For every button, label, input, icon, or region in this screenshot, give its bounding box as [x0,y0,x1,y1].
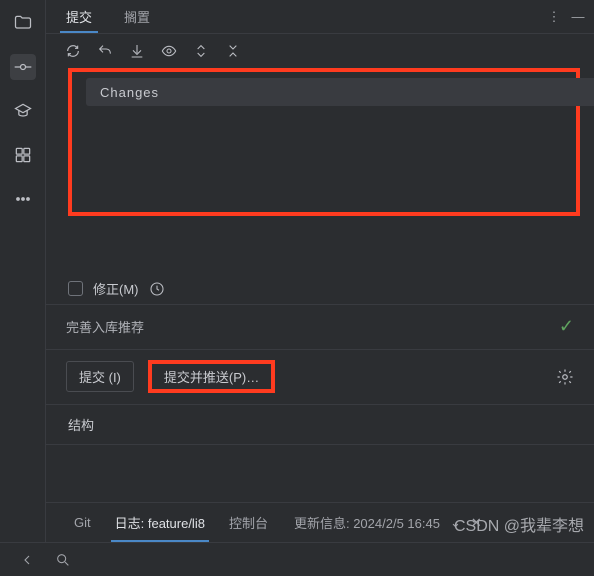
amend-label: 修正(M) [93,279,139,298]
bottom-tabs: Git 日志: feature/li8 控制台 更新信息: 2024/2/5 1… [46,502,594,542]
more-icon[interactable] [10,186,36,212]
options-icon[interactable]: ⋮ [544,7,564,27]
commit-push-button[interactable]: 提交并推送(P)… [164,370,259,385]
tab-git[interactable]: Git [64,511,101,534]
activity-bar [0,0,46,542]
tab-console[interactable]: 控制台 [219,509,278,536]
structure-icon[interactable] [10,142,36,168]
learn-icon[interactable] [10,98,36,124]
tab-log[interactable]: 日志: feature/li8 [105,509,215,536]
minimize-icon[interactable]: — [568,7,588,27]
folder-icon[interactable] [10,10,36,36]
check-icon: ✓ [559,316,574,337]
update-info: 更新信息: 2024/2/5 16:45 [294,513,440,532]
changes-highlight-box: Changes [68,68,580,216]
rollback-icon[interactable] [96,42,114,60]
footer-bar [0,542,594,576]
collapse-icon[interactable] [224,42,242,60]
back-icon[interactable] [18,551,36,569]
history-icon[interactable] [149,281,165,297]
search-icon[interactable] [54,551,72,569]
structure-header[interactable]: 结构 [46,404,594,445]
changes-toolbar [46,34,594,68]
commit-message-input[interactable]: 完善入库推荐 [66,317,559,336]
preview-icon[interactable] [160,42,178,60]
chevron-down-icon[interactable]: ⌄ [450,515,461,531]
refresh-icon[interactable] [64,42,82,60]
commit-button[interactable]: 提交 (I) [66,361,134,392]
changes-label: Changes [100,85,159,100]
commit-panel: 提交 搁置 ⋮ — Changes 修正(M) [46,0,594,542]
tab-commit[interactable]: 提交 [52,1,106,32]
gear-icon[interactable] [556,368,574,386]
panel-tabs: 提交 搁置 ⋮ — [46,0,594,34]
commit-push-highlight-box: 提交并推送(P)… [148,360,275,393]
commit-message-row: 完善入库推荐 ✓ [46,304,594,350]
commit-buttons-row: 提交 (I) 提交并推送(P)… [46,350,594,404]
tab-shelve[interactable]: 搁置 [110,1,164,32]
amend-row: 修正(M) [46,274,594,304]
changes-node[interactable]: Changes [86,78,594,106]
commit-icon[interactable] [10,54,36,80]
diff-icon[interactable] [128,42,146,60]
amend-checkbox[interactable] [68,281,83,296]
close-icon[interactable]: ✕ [471,515,482,531]
expand-icon[interactable] [192,42,210,60]
